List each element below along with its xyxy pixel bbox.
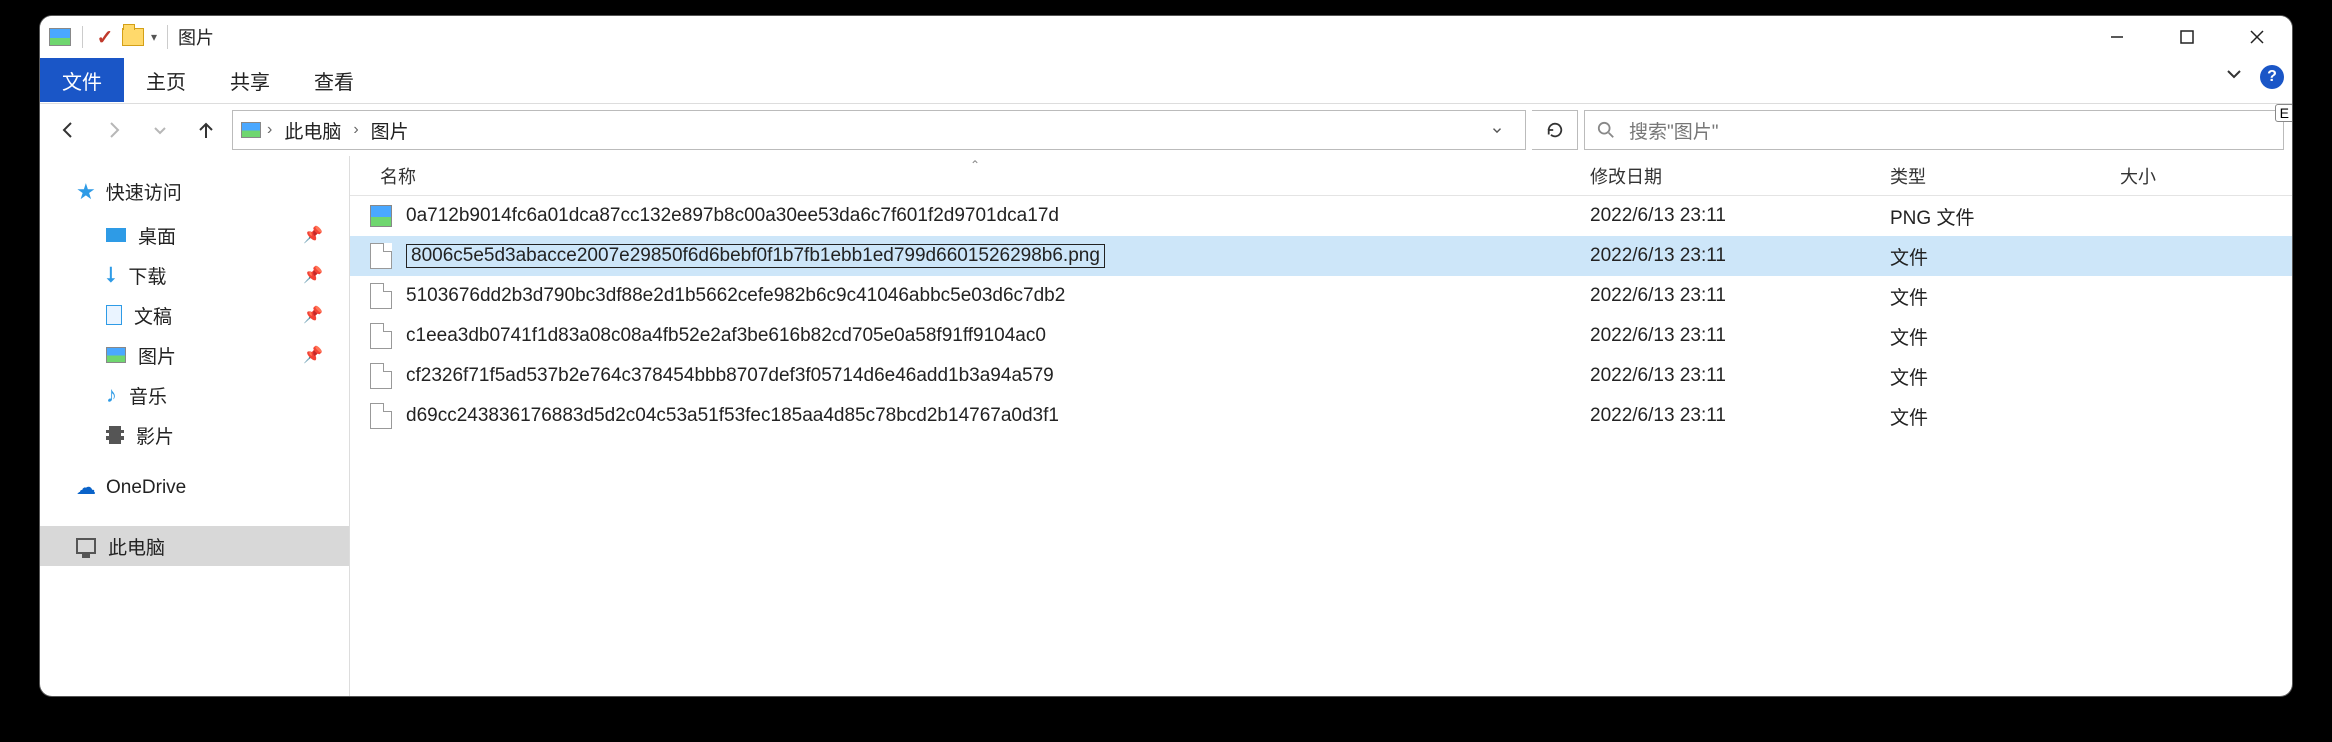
column-headers: ⌃ 名称 修改日期 类型 大小	[350, 156, 2292, 196]
maximize-button[interactable]	[2152, 16, 2222, 58]
pin-icon: 📌	[303, 225, 323, 245]
search-icon	[1597, 121, 1615, 139]
pin-icon: 📌	[303, 305, 323, 325]
file-row[interactable]: 0a712b9014fc6a01dca87cc132e897b8c00a30ee…	[350, 196, 2292, 236]
file-type: 文件	[1890, 283, 2120, 310]
download-icon: ⭣	[106, 262, 116, 288]
chevron-right-icon[interactable]: ›	[353, 121, 358, 139]
file-date: 2022/6/13 23:11	[1590, 365, 1890, 387]
sidebar-label: 快速访问	[106, 178, 182, 205]
file-name: d69cc243836176883d5d2c04c53a51f53fec185a…	[406, 405, 1059, 427]
image-file-icon	[370, 205, 392, 227]
pin-icon: 📌	[303, 345, 323, 365]
tab-home[interactable]: 主页	[124, 58, 208, 102]
explorer-window: ✓ ▾ 图片 文件 主页 共享 查看 ? E › 此电脑	[40, 16, 2292, 696]
file-icon	[370, 323, 392, 349]
qat-dropdown-icon[interactable]: ▾	[151, 30, 157, 44]
forward-button[interactable]	[94, 110, 134, 150]
file-row[interactable]: cf2326f71f5ad537b2e764c378454bbb8707def3…	[350, 356, 2292, 396]
app-icon	[48, 25, 72, 49]
up-button[interactable]	[186, 110, 226, 150]
star-icon: ★	[76, 179, 96, 205]
keytip-e: E	[2275, 104, 2292, 122]
sidebar-item-music[interactable]: ♪音乐	[40, 375, 349, 415]
file-type: 文件	[1890, 363, 2120, 390]
back-button[interactable]	[48, 110, 88, 150]
column-type[interactable]: 类型	[1890, 163, 2120, 189]
file-type: 文件	[1890, 243, 2120, 270]
file-type: 文件	[1890, 403, 2120, 430]
file-row[interactable]: 8006c5e5d3abacce2007e29850f6d6bebf0f1b7f…	[350, 236, 2292, 276]
file-row[interactable]: 5103676dd2b3d790bc3df88e2d1b5662cefe982b…	[350, 276, 2292, 316]
search-box[interactable]: 搜索"图片"	[1584, 110, 2284, 150]
sidebar-item-pictures[interactable]: 图片 📌	[40, 335, 349, 375]
window-title: 图片	[178, 24, 214, 50]
file-name: 8006c5e5d3abacce2007e29850f6d6bebf0f1b7f…	[406, 244, 1105, 268]
nav-toolbar: › 此电脑 › 图片 搜索"图片"	[40, 104, 2292, 156]
sidebar-item-desktop[interactable]: 桌面 📌	[40, 215, 349, 255]
picture-icon	[106, 347, 126, 363]
file-list-pane: ⌃ 名称 修改日期 类型 大小 0a712b9014fc6a01dca87cc1…	[350, 156, 2292, 696]
tab-share[interactable]: 共享	[208, 58, 292, 102]
file-date: 2022/6/13 23:11	[1590, 205, 1890, 227]
folder-icon[interactable]	[121, 25, 145, 49]
properties-icon[interactable]: ✓	[93, 25, 117, 49]
tab-file[interactable]: 文件	[40, 58, 124, 102]
monitor-icon	[76, 538, 96, 554]
file-date: 2022/6/13 23:11	[1590, 285, 1890, 307]
ribbon-tabs: 文件 主页 共享 查看 ? E	[40, 58, 2292, 104]
sidebar-this-pc[interactable]: 此电脑	[40, 526, 349, 566]
file-type: 文件	[1890, 323, 2120, 350]
file-date: 2022/6/13 23:11	[1590, 405, 1890, 427]
close-button[interactable]	[2222, 16, 2292, 58]
column-size[interactable]: 大小	[2120, 163, 2292, 189]
column-date[interactable]: 修改日期	[1590, 163, 1890, 189]
file-date: 2022/6/13 23:11	[1590, 325, 1890, 347]
file-icon	[370, 363, 392, 389]
file-type: PNG 文件	[1890, 203, 2120, 230]
pin-icon: 📌	[303, 265, 323, 285]
sidebar-quick-access[interactable]: ★ 快速访问	[40, 174, 349, 215]
address-bar[interactable]: › 此电脑 › 图片	[232, 110, 1526, 150]
cloud-icon: ☁	[76, 475, 96, 500]
file-row[interactable]: c1eea3db0741f1d83a08c08a4fb52e2af3be616b…	[350, 316, 2292, 356]
navigation-pane: ★ 快速访问 桌面 📌 ⭣下载 📌 文稿 📌 图片 📌 ♪音乐	[40, 156, 350, 696]
file-name: 0a712b9014fc6a01dca87cc132e897b8c00a30ee…	[406, 205, 1059, 227]
search-placeholder: 搜索"图片"	[1629, 117, 1719, 144]
quick-access-toolbar: ✓ ▾	[48, 25, 157, 49]
minimize-button[interactable]	[2082, 16, 2152, 58]
chevron-right-icon[interactable]: ›	[267, 121, 272, 139]
film-icon	[106, 426, 124, 444]
music-icon: ♪	[106, 382, 117, 408]
sidebar-onedrive[interactable]: ☁ OneDrive	[40, 471, 349, 510]
sort-indicator-icon: ⌃	[970, 158, 980, 172]
location-icon	[241, 122, 261, 138]
file-date: 2022/6/13 23:11	[1590, 245, 1890, 267]
refresh-button[interactable]	[1532, 110, 1578, 150]
file-icon	[370, 403, 392, 429]
tab-view[interactable]: 查看	[292, 58, 376, 102]
address-history-icon[interactable]	[1477, 123, 1517, 137]
breadcrumb-folder[interactable]: 图片	[365, 117, 415, 144]
desktop-icon	[106, 228, 126, 242]
help-icon[interactable]: ?	[2260, 65, 2284, 89]
file-name: 5103676dd2b3d790bc3df88e2d1b5662cefe982b…	[406, 285, 1065, 307]
file-row[interactable]: d69cc243836176883d5d2c04c53a51f53fec185a…	[350, 396, 2292, 436]
sidebar-item-downloads[interactable]: ⭣下载 📌	[40, 255, 349, 295]
file-name: c1eea3db0741f1d83a08c08a4fb52e2af3be616b…	[406, 325, 1046, 347]
title-bar: ✓ ▾ 图片	[40, 16, 2292, 58]
breadcrumb-root[interactable]: 此电脑	[278, 117, 347, 144]
ribbon-expand-icon[interactable]	[2224, 64, 2244, 89]
file-icon	[370, 243, 392, 269]
file-name: cf2326f71f5ad537b2e764c378454bbb8707def3…	[406, 365, 1054, 387]
sidebar-item-videos[interactable]: 影片	[40, 415, 349, 455]
content-area: ★ 快速访问 桌面 📌 ⭣下载 📌 文稿 📌 图片 📌 ♪音乐	[40, 156, 2292, 696]
file-rows: 0a712b9014fc6a01dca87cc132e897b8c00a30ee…	[350, 196, 2292, 696]
recent-dropdown-icon[interactable]	[140, 110, 180, 150]
file-icon	[370, 283, 392, 309]
document-icon	[106, 305, 122, 325]
sidebar-item-documents[interactable]: 文稿 📌	[40, 295, 349, 335]
